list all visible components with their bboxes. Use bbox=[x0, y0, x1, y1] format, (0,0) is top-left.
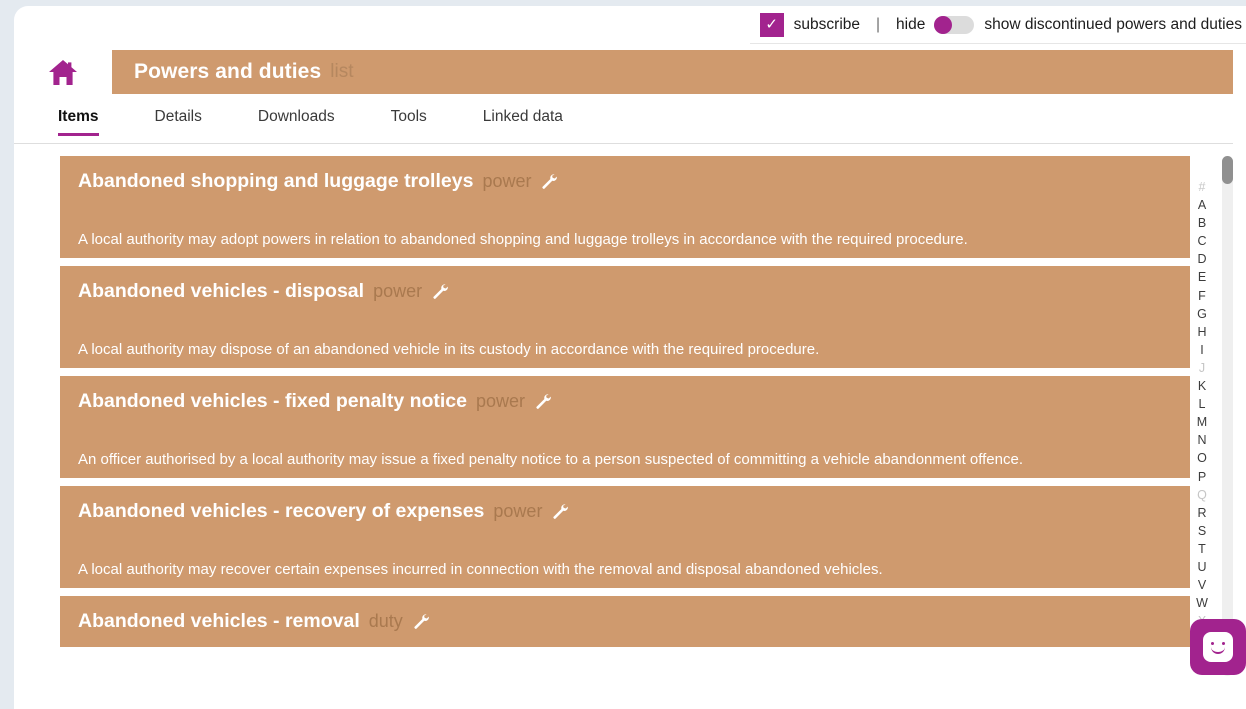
home-button[interactable] bbox=[14, 50, 112, 94]
list-item-title[interactable]: Abandoned vehicles - removal bbox=[78, 610, 360, 633]
list-item-description: A local authority may dispose of an aban… bbox=[78, 341, 820, 358]
alpha-index-b[interactable]: B bbox=[1198, 214, 1206, 232]
alphabet-index: #ABCDEFGHIJKLMNOPQRSTUVWXYZ bbox=[1192, 178, 1212, 667]
tab-details[interactable]: Details bbox=[155, 108, 202, 136]
alpha-index-t[interactable]: T bbox=[1198, 540, 1206, 558]
list-item[interactable]: Abandoned vehicles - disposal power A loca… bbox=[60, 266, 1190, 368]
list-item-header: Abandoned vehicles - disposal power bbox=[78, 280, 1172, 303]
list-item-description: A local authority may adopt powers in re… bbox=[78, 231, 968, 248]
content-card: ✓ subscribe | hide show discontinued pow… bbox=[14, 6, 1246, 709]
alpha-index-a[interactable]: A bbox=[1198, 196, 1206, 214]
subscribe-checkbox[interactable]: ✓ bbox=[759, 12, 784, 37]
utility-separator: | bbox=[876, 15, 881, 33]
alpha-index-q: Q bbox=[1197, 487, 1207, 502]
tab-tools[interactable]: Tools bbox=[391, 108, 427, 136]
alpha-index-f[interactable]: F bbox=[1198, 287, 1206, 305]
page-title-banner: Powers and duties list bbox=[112, 50, 1233, 94]
alpha-index-i[interactable]: I bbox=[1200, 341, 1203, 359]
list-item-header: Abandoned vehicles - removal duty bbox=[78, 610, 1172, 633]
app-root: ✓ subscribe | hide show discontinued pow… bbox=[0, 0, 1246, 709]
smiley-chat-icon bbox=[1203, 632, 1233, 662]
wrench-icon[interactable] bbox=[534, 393, 551, 410]
list-item-title[interactable]: Abandoned vehicles - recovery of expense… bbox=[78, 500, 484, 523]
page-title: Powers and duties bbox=[134, 60, 322, 83]
home-icon bbox=[48, 59, 78, 86]
list-item[interactable]: Abandoned shopping and luggage trolleys p… bbox=[60, 156, 1190, 258]
alpha-index-j: J bbox=[1198, 360, 1206, 375]
wrench-icon[interactable] bbox=[431, 283, 448, 300]
alpha-index-r[interactable]: R bbox=[1197, 504, 1206, 522]
list-item-kind: power bbox=[373, 281, 423, 301]
list-item-header: Abandoned vehicles - fixed penalty notic… bbox=[78, 390, 1172, 413]
smiley-eye-right bbox=[1221, 642, 1225, 646]
show-discontinued-label[interactable]: show discontinued powers and duties bbox=[984, 16, 1242, 34]
vertical-scrollbar[interactable] bbox=[1222, 156, 1233, 676]
list-item-description: An officer authorised by a local authori… bbox=[78, 451, 1023, 468]
list-item-header: Abandoned vehicles - recovery of expense… bbox=[78, 500, 1172, 523]
alpha-index-d[interactable]: D bbox=[1197, 250, 1206, 268]
toggle-knob bbox=[934, 15, 953, 34]
list-item-title[interactable]: Abandoned vehicles - disposal bbox=[78, 280, 364, 303]
list-item[interactable]: Abandoned vehicles - recovery of expense… bbox=[60, 486, 1190, 588]
wrench-icon[interactable] bbox=[412, 613, 429, 630]
chat-widget-button[interactable] bbox=[1190, 619, 1246, 675]
alpha-index-u[interactable]: U bbox=[1197, 558, 1206, 576]
alpha-index-o[interactable]: O bbox=[1197, 449, 1207, 467]
list-item-kind: duty bbox=[368, 611, 403, 631]
alpha-index-k[interactable]: K bbox=[1198, 377, 1206, 395]
alpha-index-l[interactable]: L bbox=[1199, 395, 1206, 413]
discontinued-toggle[interactable] bbox=[934, 15, 975, 34]
alpha-index-v[interactable]: V bbox=[1198, 576, 1206, 594]
alpha-index-h[interactable]: H bbox=[1197, 323, 1206, 341]
alpha-index-e[interactable]: E bbox=[1198, 268, 1206, 286]
subscribe-label[interactable]: subscribe bbox=[794, 16, 860, 34]
alpha-index-s[interactable]: S bbox=[1198, 522, 1206, 540]
page-subtitle: list bbox=[330, 61, 354, 82]
alpha-index-hash: # bbox=[1198, 180, 1206, 194]
wrench-icon[interactable] bbox=[551, 503, 569, 520]
tab-linked-data[interactable]: Linked data bbox=[483, 108, 563, 136]
items-list: Abandoned shopping and luggage trolleys p… bbox=[60, 156, 1190, 709]
list-item-kind: power bbox=[476, 391, 526, 411]
list-item-title[interactable]: Abandoned vehicles - fixed penalty notic… bbox=[78, 390, 467, 413]
alpha-index-w[interactable]: W bbox=[1196, 594, 1208, 612]
list-item-kind: power bbox=[482, 171, 532, 191]
alpha-index-m[interactable]: M bbox=[1197, 413, 1207, 431]
tab-downloads[interactable]: Downloads bbox=[258, 108, 335, 136]
list-item-description: A local authority may recover certain ex… bbox=[78, 561, 883, 578]
alpha-index-g[interactable]: G bbox=[1197, 305, 1207, 323]
smiley-mouth bbox=[1211, 647, 1225, 654]
smiley-eye-left bbox=[1211, 642, 1215, 646]
utility-bar: ✓ subscribe | hide show discontinued pow… bbox=[749, 6, 1246, 44]
tab-items[interactable]: Items bbox=[58, 108, 99, 136]
tab-bar: Items Details Downloads Tools Linked data bbox=[14, 108, 1233, 144]
hide-label[interactable]: hide bbox=[896, 16, 925, 34]
scrollbar-thumb[interactable] bbox=[1222, 156, 1233, 184]
list-item-kind: power bbox=[493, 501, 543, 521]
list-item[interactable]: Abandoned vehicles - removal duty bbox=[60, 596, 1190, 647]
list-item-header: Abandoned shopping and luggage trolleys p… bbox=[78, 170, 1172, 193]
list-item[interactable]: Abandoned vehicles - fixed penalty notic… bbox=[60, 376, 1190, 478]
alpha-index-p[interactable]: P bbox=[1198, 468, 1206, 486]
alpha-index-n[interactable]: N bbox=[1197, 431, 1206, 449]
alpha-index-c[interactable]: C bbox=[1197, 232, 1206, 250]
list-item-title[interactable]: Abandoned shopping and luggage trolleys bbox=[78, 170, 473, 193]
wrench-icon[interactable] bbox=[540, 173, 558, 190]
title-row: Powers and duties list bbox=[14, 50, 1246, 94]
